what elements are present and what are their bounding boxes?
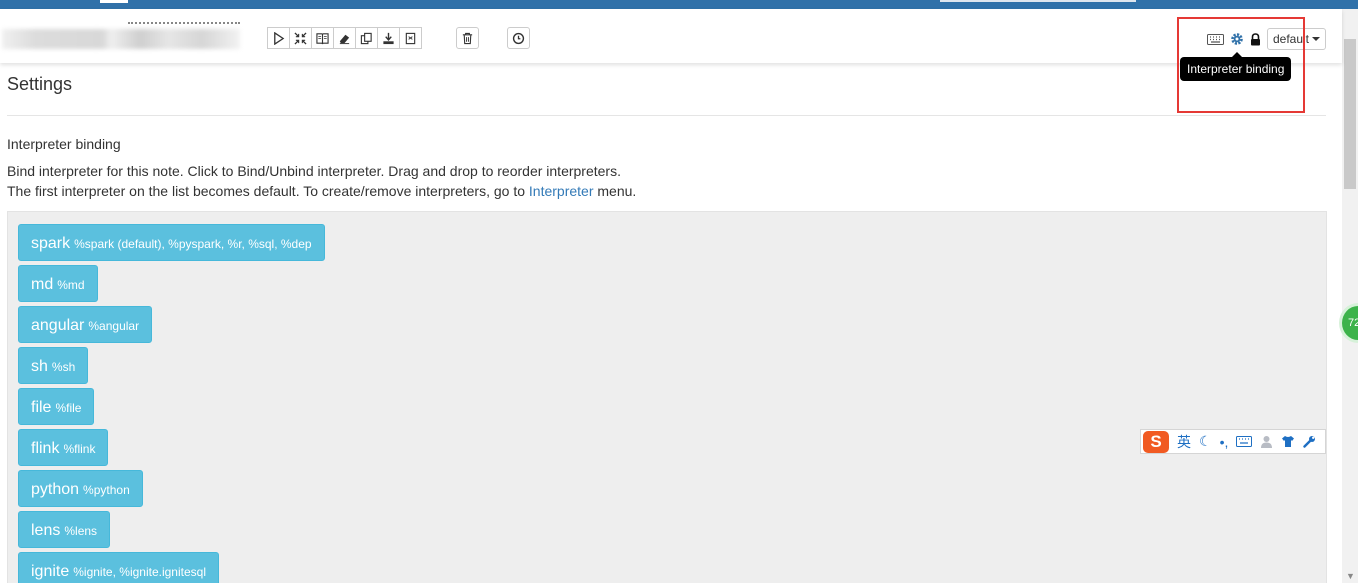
run-all-button[interactable] xyxy=(267,27,290,49)
interpreter-binding-button[interactable] xyxy=(1230,32,1244,46)
toggle-output-button[interactable] xyxy=(311,27,334,49)
top-navbar xyxy=(0,0,1358,9)
download-icon xyxy=(383,32,394,44)
scheduler-button[interactable] xyxy=(507,27,530,49)
logo-fragment xyxy=(100,0,128,3)
desc-text-pre: The first interpreter on the list become… xyxy=(7,183,529,199)
skin-shirt-icon[interactable] xyxy=(1281,435,1295,448)
collapse-icon xyxy=(294,31,307,45)
export-icon xyxy=(405,32,416,44)
clear-output-button[interactable] xyxy=(333,27,356,49)
clone-note-button[interactable] xyxy=(355,27,378,49)
interpreter-item[interactable]: python %python xyxy=(18,470,143,507)
version-control-button[interactable] xyxy=(399,27,422,49)
keyboard-shortcut-button[interactable] xyxy=(1206,33,1224,45)
interpreter-item[interactable]: flink %flink xyxy=(18,429,109,466)
book-icon xyxy=(316,32,329,44)
user-icon[interactable] xyxy=(1260,435,1273,448)
keyboard-icon xyxy=(1206,33,1224,45)
interpreter-item[interactable]: ignite %ignite, %ignite.ignitesql xyxy=(18,552,219,583)
navbar-search-fragment[interactable] xyxy=(940,0,1136,2)
binding-description-line1: Bind interpreter for this note. Click to… xyxy=(7,163,621,179)
interpreter-item[interactable]: sh %sh xyxy=(18,347,89,384)
note-header: default xyxy=(0,9,1342,63)
ime-language-toggle[interactable]: 英 xyxy=(1177,432,1191,452)
settings-divider xyxy=(7,115,1326,116)
moon-icon[interactable]: ☾ xyxy=(1199,433,1212,450)
gear-icon xyxy=(1231,33,1243,45)
section-label: Interpreter binding xyxy=(7,136,121,152)
page-scrollbar[interactable]: ▼ xyxy=(1342,9,1358,583)
copy-icon xyxy=(360,32,372,44)
look-and-feel-value: default xyxy=(1272,32,1309,46)
interpreter-item[interactable]: spark %spark (default), %pyspark, %r, %sq… xyxy=(18,224,325,261)
play-icon xyxy=(274,31,285,45)
clock-icon xyxy=(512,32,525,44)
punctuation-icon[interactable]: •, xyxy=(1220,434,1229,450)
permissions-button[interactable] xyxy=(1250,32,1261,46)
page-title: Settings xyxy=(7,74,73,94)
scrollbar-thumb[interactable] xyxy=(1344,39,1356,189)
keyboard-icon[interactable] xyxy=(1236,436,1253,447)
wrench-icon[interactable] xyxy=(1303,435,1316,448)
interpreter-item[interactable]: file %file xyxy=(18,388,95,425)
interpreter-item[interactable]: lens %lens xyxy=(18,511,111,548)
lock-icon xyxy=(1250,32,1260,45)
note-title-fragment xyxy=(128,22,240,30)
interpreter-item[interactable]: md %md xyxy=(18,265,98,302)
export-note-button[interactable] xyxy=(377,27,400,49)
desc-text-post: menu. xyxy=(593,183,637,199)
interpreter-list: spark %spark (default), %pyspark, %r, %sq… xyxy=(18,224,325,583)
ime-toolbar: S 英 ☾ •, xyxy=(1140,429,1326,454)
trash-icon xyxy=(462,32,473,44)
interpreter-menu-link[interactable]: Interpreter xyxy=(529,183,594,199)
note-settings-tools: default xyxy=(1206,28,1326,50)
note-action-group xyxy=(267,27,422,49)
remove-note-button[interactable] xyxy=(456,27,479,49)
scroll-down-arrow-icon[interactable]: ▼ xyxy=(1346,571,1355,581)
note-title-blurred[interactable] xyxy=(2,29,240,49)
interpreter-item[interactable]: angular %angular xyxy=(18,306,153,343)
interpreter-binding-tooltip: Interpreter binding xyxy=(1180,52,1292,81)
eraser-icon xyxy=(339,34,350,44)
look-and-feel-dropdown[interactable]: default xyxy=(1266,28,1326,50)
collapse-code-button[interactable] xyxy=(289,27,312,49)
binding-description-line2: The first interpreter on the list become… xyxy=(7,183,636,199)
interpreter-binding-panel: spark %spark (default), %pyspark, %r, %sq… xyxy=(7,211,1327,583)
sogou-logo[interactable]: S xyxy=(1143,430,1169,453)
chevron-down-icon xyxy=(1312,37,1320,41)
